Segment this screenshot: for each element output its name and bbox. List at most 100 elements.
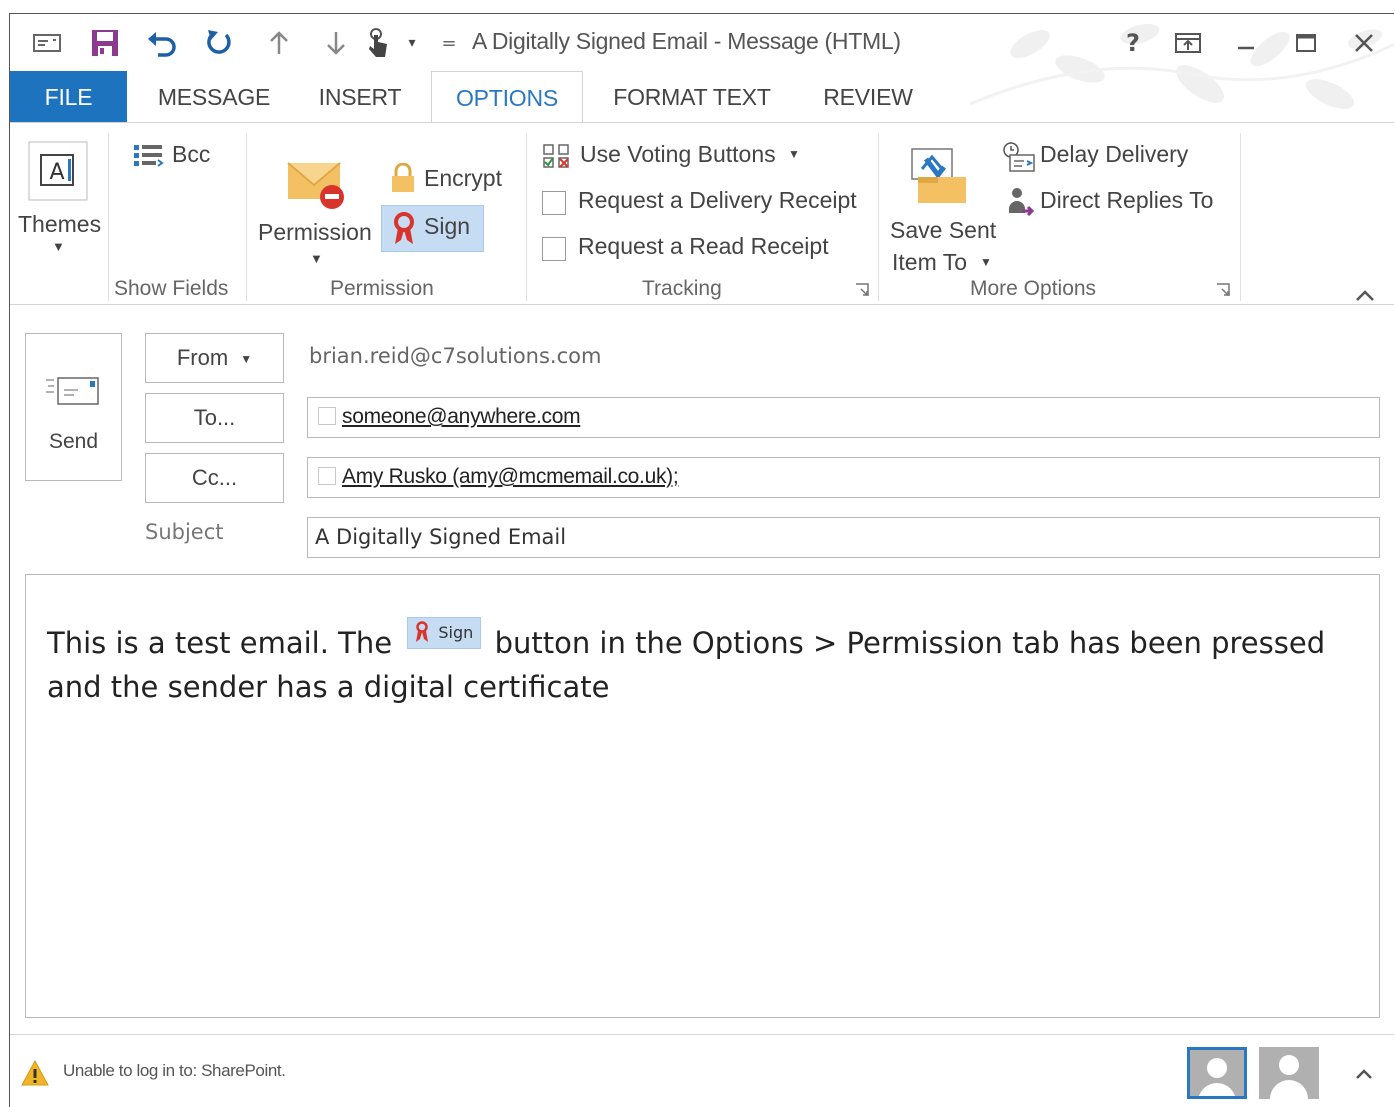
outlook-window-icon[interactable]: [30, 26, 64, 60]
from-button[interactable]: From ▼: [145, 333, 284, 383]
subject-field[interactable]: A Digitally Signed Email: [307, 517, 1380, 558]
qat-dropdown-icon[interactable]: ▾: [395, 26, 429, 60]
send-label: Send: [48, 430, 99, 453]
status-message[interactable]: Unable to log in to: SharePoint.: [63, 1061, 286, 1081]
read-receipt-checkbox[interactable]: [542, 237, 566, 261]
maximize-icon: [1296, 34, 1316, 52]
tracking-dialog-launcher-icon[interactable]: [855, 283, 869, 297]
save-sent-item-button[interactable]: Save Sent Item To ▼: [886, 141, 996, 275]
group-separator: [108, 133, 109, 301]
recipient-avatar[interactable]: [1259, 1047, 1319, 1099]
permission-button[interactable]: Permission ▼: [254, 143, 380, 273]
group-separator: [246, 133, 247, 301]
save-sent-label-line2: Item To: [892, 249, 967, 275]
redo-icon[interactable]: [202, 26, 236, 60]
sign-label: Sign: [424, 213, 471, 239]
bcc-label: Bcc: [172, 141, 211, 167]
window-title: A Digitally Signed Email - Message (HTML…: [472, 28, 901, 54]
expand-people-pane-icon[interactable]: [1354, 1067, 1374, 1081]
cc-field[interactable]: Amy Rusko (amy@mcmemail.co.uk);: [307, 457, 1380, 498]
tab-review[interactable]: REVIEW: [816, 71, 920, 123]
bcc-button[interactable]: Bcc: [128, 141, 218, 175]
undo-icon[interactable]: [145, 26, 179, 60]
inline-sign-icon: [416, 621, 429, 642]
next-item-icon[interactable]: [319, 26, 353, 60]
themes-button[interactable]: A Themes ▼: [16, 129, 102, 273]
read-receipt-label: Request a Read Receipt: [578, 233, 829, 259]
cc-button[interactable]: Cc...: [145, 453, 284, 503]
subject-label: Subject: [145, 520, 224, 544]
to-recipient-checkbox: [318, 407, 336, 425]
delay-delivery-icon: [1003, 142, 1035, 172]
help-button[interactable]: ?: [1113, 26, 1153, 60]
svg-text:A: A: [49, 160, 64, 185]
permission-label: Permission: [258, 219, 372, 245]
person-icon: [1190, 1050, 1244, 1096]
save-icon[interactable]: [88, 26, 122, 60]
message-body[interactable]: This is a test email. The Sign button in…: [25, 574, 1380, 1018]
subject-value: A Digitally Signed Email: [315, 525, 567, 549]
maximize-button[interactable]: [1286, 26, 1326, 60]
to-recipient[interactable]: someone@anywhere.com: [342, 405, 581, 429]
show-fields-group-label: Show Fields: [114, 277, 229, 300]
delivery-receipt-checkbox[interactable]: [542, 191, 566, 215]
encrypt-label: Encrypt: [424, 165, 502, 191]
from-dropdown-icon: ▼: [240, 352, 253, 366]
previous-item-icon[interactable]: [262, 26, 296, 60]
tab-options[interactable]: OPTIONS: [431, 71, 583, 124]
direct-replies-to-button[interactable]: Direct Replies To: [1000, 187, 1230, 221]
warning-icon: [21, 1059, 49, 1086]
inline-sign-image: Sign: [407, 617, 482, 649]
more-options-dialog-launcher-icon[interactable]: [1216, 283, 1230, 297]
cc-recipient[interactable]: Amy Rusko (amy@mcmemail.co.uk);: [342, 465, 679, 489]
send-button[interactable]: Send: [25, 333, 122, 481]
minimize-icon: [1238, 46, 1254, 50]
to-button[interactable]: To...: [145, 393, 284, 443]
voting-dropdown-icon: ▼: [788, 147, 800, 161]
tab-insert[interactable]: INSERT: [308, 71, 412, 123]
outlook-message-window: ▾ = A Digitally Signed Email - Message (…: [9, 13, 1394, 1107]
encrypt-button[interactable]: Encrypt: [386, 159, 506, 199]
touch-mode-icon[interactable]: [363, 26, 397, 60]
themes-icon: A: [28, 141, 88, 201]
sender-avatar[interactable]: [1187, 1047, 1247, 1099]
title-bar: ▾ = A Digitally Signed Email - Message (…: [10, 14, 1394, 109]
group-separator: [878, 133, 879, 301]
from-label: From: [176, 345, 229, 370]
minimize-button[interactable]: [1226, 26, 1266, 60]
delay-delivery-button[interactable]: Delay Delivery: [1000, 141, 1220, 175]
direct-replies-icon: [1009, 188, 1035, 217]
delivery-receipt-label: Request a Delivery Receipt: [578, 187, 857, 213]
collapse-ribbon-icon[interactable]: [1354, 289, 1376, 303]
permission-icon: [287, 162, 344, 209]
delay-delivery-label: Delay Delivery: [1040, 141, 1189, 167]
use-voting-buttons-button[interactable]: Use Voting Buttons ▼: [540, 141, 810, 175]
direct-replies-label: Direct Replies To: [1040, 187, 1214, 213]
tab-format-text[interactable]: FORMAT TEXT: [603, 71, 781, 123]
person-icon: [1259, 1047, 1319, 1099]
customize-qat-icon[interactable]: =: [432, 26, 466, 60]
read-receipt-option[interactable]: Request a Read Receipt: [540, 233, 840, 267]
send-icon: [46, 377, 99, 405]
ribbon-display-options-button[interactable]: [1168, 26, 1208, 60]
inline-sign-label: Sign: [438, 623, 474, 642]
ribbon-tabs: FILE MESSAGE INSERT OPTIONS FORMAT TEXT …: [10, 71, 1394, 124]
save-sent-dropdown-icon: ▼: [980, 255, 992, 269]
save-sent-label-line1: Save Sent: [890, 217, 997, 243]
tab-file[interactable]: FILE: [10, 71, 127, 123]
ribbon-options: A Themes ▼ Bcc Show Fields Permission ▼ …: [10, 122, 1394, 305]
voting-buttons-icon: [543, 144, 569, 168]
sign-ribbon-icon: [394, 212, 414, 244]
bcc-icon: [134, 145, 164, 167]
lock-icon: [392, 163, 414, 192]
delivery-receipt-option[interactable]: Request a Delivery Receipt: [540, 187, 860, 221]
sign-button[interactable]: Sign: [381, 205, 484, 252]
use-voting-buttons-label: Use Voting Buttons: [580, 141, 776, 167]
message-body-text: This is a test email. The Sign button in…: [47, 617, 1347, 709]
close-icon: [1355, 34, 1373, 52]
cc-recipient-checkbox: [318, 467, 336, 485]
tab-message[interactable]: MESSAGE: [150, 71, 278, 123]
permission-dropdown-icon: ▼: [310, 251, 323, 266]
close-button[interactable]: [1344, 26, 1384, 60]
to-field[interactable]: someone@anywhere.com: [307, 397, 1380, 438]
